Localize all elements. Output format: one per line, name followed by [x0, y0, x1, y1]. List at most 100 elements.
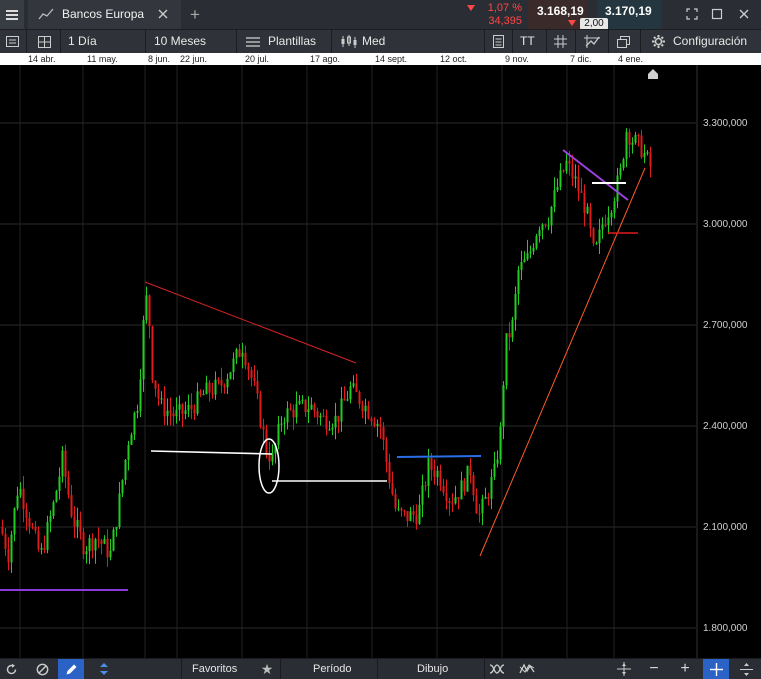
- price-chart[interactable]: 3.300,000 3.000,000 2.700,000 2.400,000 …: [0, 65, 761, 658]
- favorites-button[interactable]: Favoritos: [192, 659, 237, 679]
- zoom-out-icon[interactable]: −: [645, 660, 663, 677]
- candle-body: [352, 383, 355, 387]
- templates-button[interactable]: Plantillas: [268, 30, 316, 53]
- candle-body: [112, 529, 115, 551]
- candle-body: [421, 485, 424, 505]
- candle-body: [583, 192, 586, 214]
- candle-body: [559, 170, 562, 187]
- candlestick-icon[interactable]: [339, 34, 359, 49]
- candle-body: [475, 495, 478, 514]
- close-icon[interactable]: [156, 7, 170, 21]
- candle-body: [637, 134, 640, 137]
- fit-icon[interactable]: [614, 661, 634, 677]
- candle-body: [307, 409, 310, 413]
- zigzag-icon[interactable]: [517, 661, 537, 677]
- star-icon[interactable]: ★: [259, 661, 275, 677]
- candle-body: [514, 293, 517, 320]
- candle-body: [247, 365, 250, 371]
- candle-body: [250, 370, 253, 378]
- candle-body: [142, 320, 145, 380]
- scroll-up-marker-icon[interactable]: [647, 67, 659, 79]
- settings-button[interactable]: Configuración: [673, 30, 747, 53]
- wave-icon[interactable]: [487, 661, 507, 677]
- candle-body: [133, 412, 136, 435]
- range-selector[interactable]: 10 Meses: [154, 30, 206, 53]
- y-tick-label: 3.300,000: [703, 118, 748, 129]
- candle-body: [265, 429, 268, 455]
- candlestick-chart[interactable]: [0, 65, 761, 658]
- expand-icon[interactable]: [684, 6, 700, 22]
- candle-body: [103, 538, 106, 544]
- candle-body: [22, 488, 25, 510]
- close-window-icon[interactable]: [736, 6, 752, 22]
- bid-button[interactable]: 3.168,19: [528, 0, 588, 29]
- candle-body: [256, 380, 259, 394]
- candle-body: [451, 502, 454, 505]
- candle-body: [97, 539, 100, 541]
- date-label: 20 jul.: [245, 54, 270, 64]
- candle-body: [436, 470, 439, 478]
- candle-body: [76, 520, 79, 527]
- refresh-icon[interactable]: [3, 661, 19, 677]
- candle-body: [202, 394, 205, 396]
- interval-selector[interactable]: 1 Día: [68, 30, 97, 53]
- drawing-button[interactable]: Dibujo: [417, 659, 448, 679]
- candle-body: [253, 377, 256, 381]
- gear-icon[interactable]: [650, 34, 666, 49]
- candle-body: [523, 259, 526, 263]
- date-label: 11 may.: [87, 54, 118, 64]
- candle-body: [130, 434, 133, 445]
- candle-body: [502, 385, 505, 427]
- cancel-icon[interactable]: [34, 661, 50, 677]
- vertical-fit-icon[interactable]: [737, 661, 755, 677]
- candle-body: [148, 295, 151, 327]
- blue-level-line[interactable]: [396, 455, 482, 458]
- menu-icon[interactable]: [0, 0, 24, 29]
- candle-body: [367, 405, 370, 419]
- candle-body: [238, 349, 241, 357]
- candle-body: [64, 450, 67, 477]
- add-tab-icon[interactable]: +: [186, 5, 204, 24]
- candle-body: [526, 253, 529, 260]
- crosshair-icon[interactable]: [703, 659, 729, 679]
- windows-icon[interactable]: [615, 34, 631, 49]
- date-label: 17 ago.: [310, 54, 341, 64]
- crosshair-grid-icon[interactable]: [552, 34, 568, 49]
- candle-body: [364, 405, 367, 412]
- zoom-in-icon[interactable]: +: [676, 660, 694, 677]
- candle-body: [385, 440, 388, 463]
- candle-body: [313, 404, 316, 412]
- candle-body: [124, 459, 127, 480]
- candle-body: [430, 458, 433, 471]
- candle-body: [550, 206, 553, 226]
- candle-body: [418, 504, 421, 524]
- document-icon[interactable]: [490, 34, 506, 49]
- candle-body: [154, 380, 157, 389]
- change-abs: 34,395: [488, 15, 522, 27]
- candle-body: [334, 415, 337, 428]
- list-icon[interactable]: [4, 34, 20, 49]
- indicators-icon[interactable]: [583, 34, 601, 49]
- candle-body: [304, 399, 307, 413]
- candle-body: [277, 424, 280, 445]
- candle-body: [619, 168, 622, 176]
- candle-body: [403, 510, 406, 512]
- candle-body: [169, 410, 172, 414]
- restore-icon[interactable]: [709, 6, 725, 22]
- templates-icon[interactable]: [245, 34, 261, 49]
- candle-body: [562, 170, 565, 172]
- period-button[interactable]: Período: [313, 659, 352, 679]
- candle-body: [472, 475, 475, 496]
- candle-body: [283, 422, 286, 424]
- instrument-tab[interactable]: Bancos Europa: [28, 0, 181, 29]
- support-trend-line[interactable]: [479, 167, 646, 557]
- pencil-icon[interactable]: [58, 659, 84, 679]
- grid-layout-icon[interactable]: [36, 34, 52, 49]
- candle-body: [577, 176, 580, 192]
- sort-arrows-icon[interactable]: [92, 659, 116, 679]
- candle-body: [49, 515, 52, 523]
- white-level-line[interactable]: [150, 450, 273, 455]
- chart-type-selector[interactable]: Med: [362, 30, 385, 53]
- candle-body: [160, 398, 163, 400]
- text-tool-button[interactable]: TT: [520, 30, 535, 53]
